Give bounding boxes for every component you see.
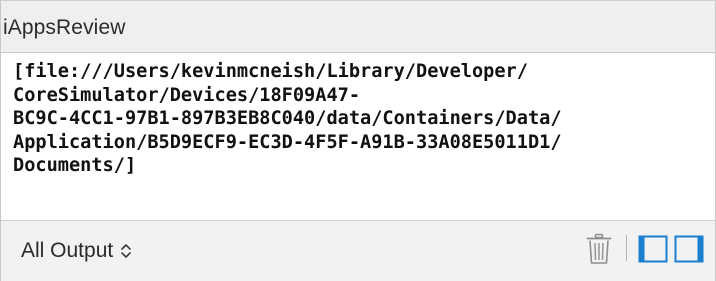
console-title: iAppsReview bbox=[3, 16, 126, 39]
toolbar-divider bbox=[626, 235, 627, 261]
debug-console-panel: iAppsReview [file:///Users/kevinmcneish/… bbox=[0, 0, 716, 281]
output-filter-label: All Output bbox=[21, 239, 114, 262]
console-footer: All Output bbox=[1, 221, 715, 281]
console-line: Application/B5D9ECF9-EC3D-4F5F-A91B-33A0… bbox=[13, 131, 562, 153]
trash-icon[interactable] bbox=[586, 233, 612, 265]
console-output-area[interactable]: [file:///Users/kevinmcneish/Library/Deve… bbox=[1, 53, 715, 221]
chevron-up-down-icon bbox=[121, 244, 132, 258]
console-titlebar: iAppsReview bbox=[1, 0, 715, 53]
console-line: BC9C-4CC1-97B1-897B3EB8C040/data/Contain… bbox=[13, 108, 562, 129]
output-filter-select[interactable]: All Output bbox=[21, 239, 132, 263]
console-line: CoreSimulator/Devices/18F09A47- bbox=[13, 84, 361, 106]
left-pane-toggle-icon[interactable] bbox=[638, 235, 668, 263]
console-line: Documents/] bbox=[13, 155, 137, 176]
console-line: [file:///Users/kevinmcneish/Library/Deve… bbox=[13, 61, 528, 82]
console-output-text: [file:///Users/kevinmcneish/Library/Deve… bbox=[13, 60, 562, 178]
right-pane-toggle-icon[interactable] bbox=[674, 235, 704, 263]
